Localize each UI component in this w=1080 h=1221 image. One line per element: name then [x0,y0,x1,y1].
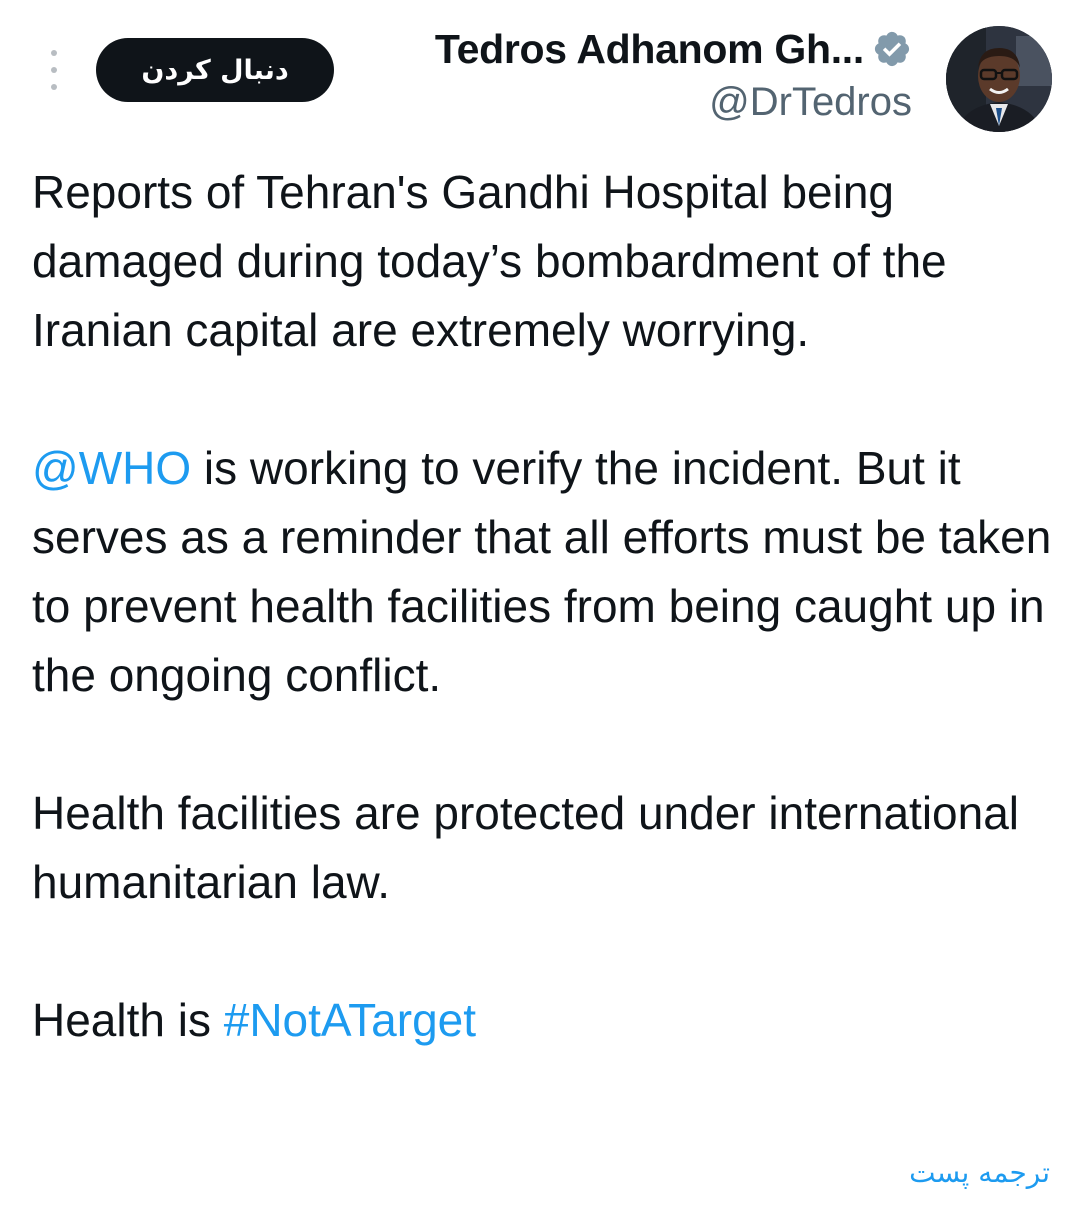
more-dot [51,84,57,90]
tweet-paragraph: @WHO is working to verify the incident. … [32,434,1062,710]
more-dot [51,67,57,73]
tweet-paragraph: Health is #NotATarget [32,986,1062,1055]
mention-link-who[interactable]: @WHO [32,442,191,494]
author-display-name[interactable]: Tedros Adhanom Gh... [435,26,864,73]
tweet-text: Reports of Tehran's Gandhi Hospital bein… [32,158,1062,1055]
tweet-paragraph: Reports of Tehran's Gandhi Hospital bein… [32,166,947,356]
follow-button[interactable]: دنبال کردن [96,38,334,102]
verified-badge-icon [874,31,910,67]
author-info: Tedros Adhanom Gh... @DrTedros [435,24,912,125]
more-dot [51,50,57,56]
author-handle[interactable]: @DrTedros [435,80,912,125]
tweet-text-run: Health is [32,994,224,1046]
avatar-image [946,26,1052,132]
tweet-header: دنبال کردن Tedros Adhanom Gh... @DrTedro… [0,0,1080,140]
hashtag-link[interactable]: #NotATarget [224,994,476,1046]
more-options-icon[interactable] [40,50,68,90]
avatar[interactable] [946,26,1052,132]
translate-post-link[interactable]: ترجمه پست [909,1156,1050,1189]
tweet-paragraph: Health facilities are protected under in… [32,787,1020,908]
author-name-line: Tedros Adhanom Gh... [435,24,912,74]
